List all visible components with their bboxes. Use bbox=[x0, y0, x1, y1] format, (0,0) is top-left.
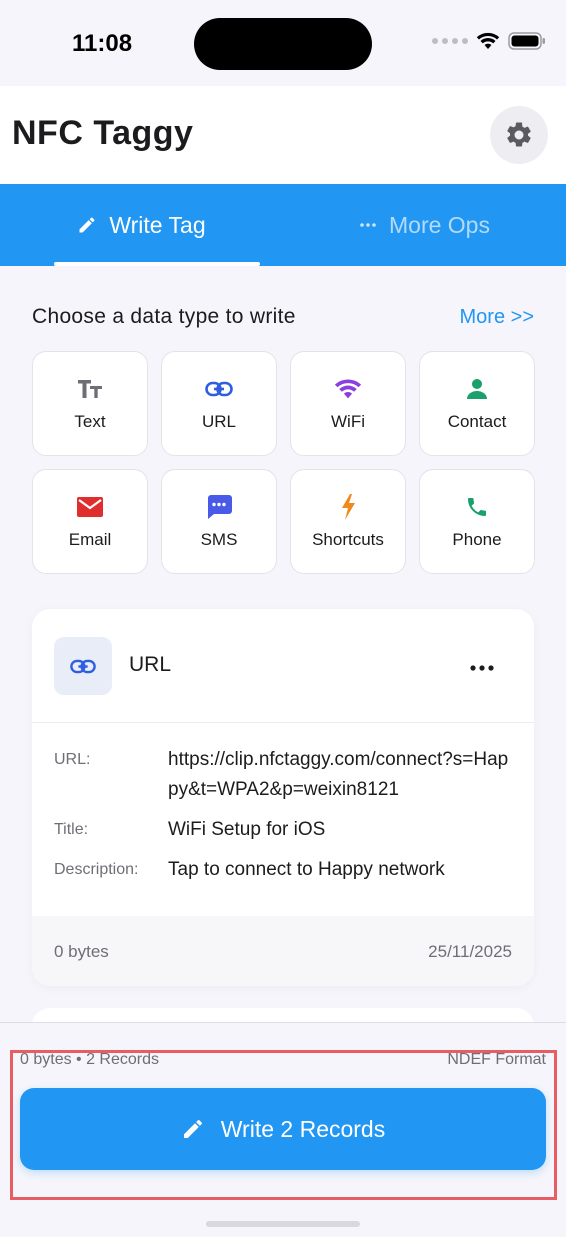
tab-more-ops[interactable]: More Ops bbox=[283, 184, 566, 266]
pencil-icon bbox=[183, 1119, 202, 1138]
field-value: Tap to connect to Happy network bbox=[168, 859, 445, 880]
cellular-signal-icon bbox=[432, 38, 468, 44]
record-menu-button[interactable] bbox=[470, 651, 494, 677]
records-summary: 0 bytes • 2 Records bbox=[20, 1051, 159, 1068]
status-icons bbox=[432, 32, 546, 50]
record-size: 0 bytes bbox=[54, 942, 109, 961]
field-label: Title: bbox=[54, 821, 89, 838]
record-card[interactable]: URL URL: https://clip.nfctaggy.com/conne… bbox=[32, 609, 534, 986]
tab-bar: Write Tag More Ops bbox=[0, 184, 566, 266]
data-type-label: SMS bbox=[200, 529, 238, 549]
gear-icon bbox=[507, 122, 531, 147]
data-type-shortcuts[interactable]: Shortcuts bbox=[290, 469, 406, 574]
settings-button[interactable] bbox=[490, 106, 548, 164]
data-type-text[interactable]: Text bbox=[32, 351, 148, 456]
bolt-icon bbox=[340, 493, 356, 520]
data-type-sms[interactable]: SMS bbox=[161, 469, 277, 574]
battery-icon bbox=[508, 32, 545, 50]
chat-bubble-icon bbox=[206, 494, 232, 520]
record-type-label: URL bbox=[129, 653, 172, 676]
link-icon bbox=[205, 376, 233, 402]
field-label: Description: bbox=[54, 861, 139, 878]
format-label: NDEF Format bbox=[447, 1051, 546, 1068]
app-header: NFC Taggy bbox=[0, 86, 566, 184]
phone-icon bbox=[465, 494, 489, 520]
tab-write-tag[interactable]: Write Tag bbox=[0, 184, 283, 266]
text-size-icon bbox=[77, 376, 103, 402]
data-type-wifi[interactable]: WiFi bbox=[290, 351, 406, 456]
status-bar: 11:08 bbox=[0, 0, 566, 86]
link-icon bbox=[70, 659, 96, 673]
envelope-icon bbox=[77, 494, 103, 520]
data-type-label: WiFi bbox=[331, 411, 365, 431]
status-time: 11:08 bbox=[72, 30, 133, 57]
app-title: NFC Taggy bbox=[12, 114, 194, 152]
data-type-grid: Text URL WiFi Contact Email SMS Shortcut… bbox=[32, 351, 535, 574]
person-icon bbox=[466, 376, 488, 402]
tab-more-ops-label: More Ops bbox=[389, 211, 490, 238]
field-label: URL: bbox=[54, 751, 91, 768]
pencil-icon bbox=[79, 217, 95, 233]
more-link[interactable]: More >> bbox=[460, 306, 534, 329]
data-type-contact[interactable]: Contact bbox=[419, 351, 535, 456]
record-card-header: URL bbox=[32, 609, 534, 723]
data-type-label: Shortcuts bbox=[312, 529, 384, 549]
data-type-label: Phone bbox=[452, 529, 502, 549]
write-records-button[interactable]: Write 2 Records bbox=[20, 1088, 546, 1170]
record-type-icon-box bbox=[54, 637, 112, 695]
record-card-footer: 0 bytes 25/11/2025 bbox=[32, 916, 534, 986]
write-records-label: Write 2 Records bbox=[220, 1115, 386, 1142]
data-type-url[interactable]: URL bbox=[161, 351, 277, 456]
tab-write-tag-label: Write Tag bbox=[109, 211, 206, 238]
data-type-label: Text bbox=[74, 411, 106, 431]
wifi-icon bbox=[334, 376, 362, 402]
field-value: WiFi Setup for iOS bbox=[168, 819, 326, 840]
more-horizontal-icon bbox=[470, 665, 494, 671]
bottom-action-bar: 0 bytes • 2 Records NDEF Format Write 2 … bbox=[0, 1022, 566, 1237]
home-indicator bbox=[206, 1221, 360, 1227]
data-type-label: URL bbox=[201, 411, 236, 431]
wifi-status-icon bbox=[476, 32, 500, 49]
record-date: 25/11/2025 bbox=[428, 942, 512, 961]
data-type-email[interactable]: Email bbox=[32, 469, 148, 574]
ellipsis-icon bbox=[360, 223, 376, 227]
data-type-label: Email bbox=[68, 529, 112, 549]
active-tab-indicator bbox=[54, 262, 260, 266]
dynamic-island bbox=[194, 18, 372, 70]
data-type-label: Contact bbox=[447, 411, 507, 431]
data-type-phone[interactable]: Phone bbox=[419, 469, 535, 574]
section-title: Choose a data type to write bbox=[32, 305, 296, 328]
field-value: https://clip.nfctaggy.com/connect?s=Happ… bbox=[168, 749, 509, 800]
